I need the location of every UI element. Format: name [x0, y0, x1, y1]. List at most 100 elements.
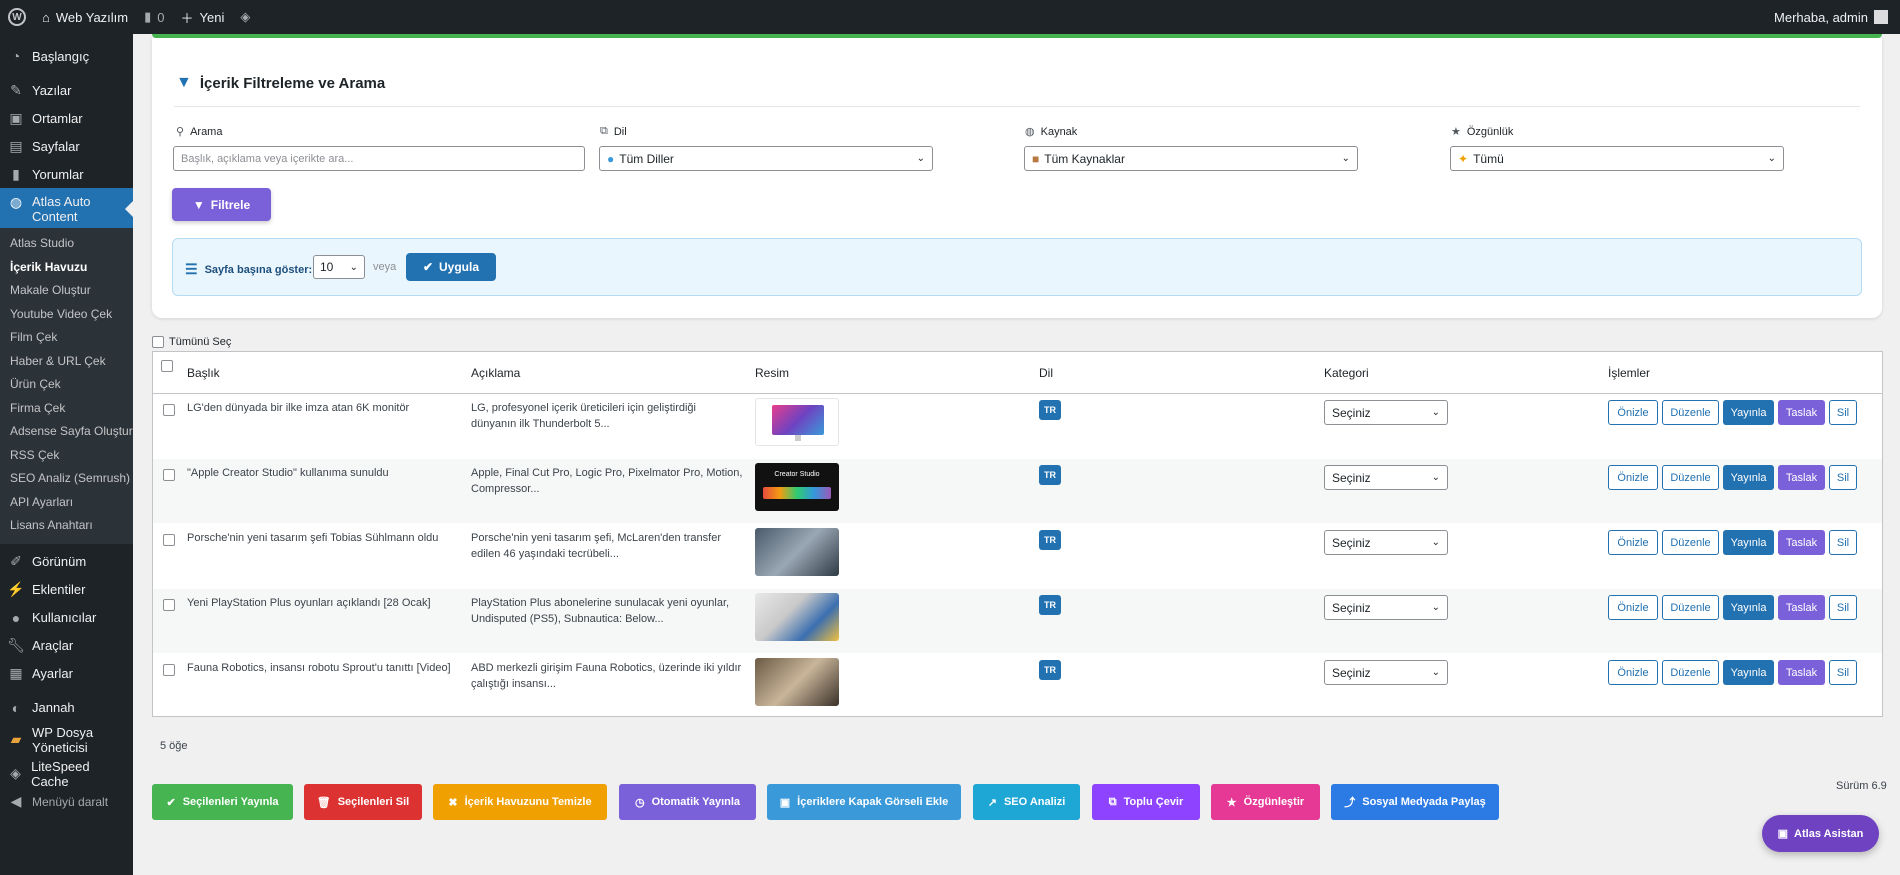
row-title[interactable]: Fauna Robotics, insansı robotu Sprout'u …	[187, 660, 457, 676]
row-checkbox[interactable]	[163, 404, 175, 416]
site-name-link[interactable]: ⌂ Web Yazılım	[34, 0, 136, 34]
lang-select[interactable]: ● Tüm Diller ⌄	[599, 146, 933, 171]
comments-link[interactable]: ▮ 0	[136, 0, 172, 34]
submenu-create-article[interactable]: Makale Oluştur	[0, 279, 133, 303]
menu-posts[interactable]: ✎ Yazılar	[0, 76, 133, 104]
category-select[interactable]: Seçiniz ⌄	[1324, 595, 1448, 620]
edit-button[interactable]: Düzenle	[1662, 530, 1719, 555]
preview-button[interactable]: Önizle	[1608, 660, 1658, 685]
submenu-rss[interactable]: RSS Çek	[0, 444, 133, 468]
menu-atlas-auto-content[interactable]: ◍ Atlas Auto Content	[0, 188, 133, 228]
originality-select[interactable]: ✦ Tümü ⌄	[1450, 146, 1784, 171]
submenu-company[interactable]: Firma Çek	[0, 397, 133, 421]
edit-button[interactable]: Düzenle	[1662, 400, 1719, 425]
category-select[interactable]: Seçiniz ⌄	[1324, 530, 1448, 555]
menu-appearance[interactable]: ✐ Görünüm	[0, 548, 133, 576]
delete-button[interactable]: Sil	[1829, 530, 1857, 555]
category-select[interactable]: Seçiniz ⌄	[1324, 660, 1448, 685]
bulk-button-3[interactable]: ◷ Otomatik Yayınla	[619, 784, 756, 820]
menu-jannah[interactable]: ◐ Jannah	[0, 694, 133, 722]
select-all[interactable]: Tümünü Seç	[152, 336, 231, 348]
account-menu[interactable]: Merhaba, admin	[1774, 10, 1900, 25]
diamond-icon: ◈	[10, 765, 21, 781]
chart-icon: ↗	[987, 796, 997, 809]
menu-users[interactable]: ● Kullanıcılar	[0, 604, 133, 632]
draft-button[interactable]: Taslak	[1778, 465, 1825, 490]
submenu-youtube[interactable]: Youtube Video Çek	[0, 303, 133, 327]
category-select[interactable]: Seçiniz ⌄	[1324, 400, 1448, 425]
header-checkbox[interactable]	[161, 360, 173, 372]
row-checkbox[interactable]	[163, 664, 175, 676]
delete-button[interactable]: Sil	[1829, 400, 1857, 425]
preview-button[interactable]: Önizle	[1608, 465, 1658, 490]
bulk-button-0[interactable]: ✔ Seçilenleri Yayınla	[152, 784, 293, 820]
admin-sidebar: ◔ Başlangıç ✎ Yazılar ▣ Ortamlar ▤ Sayfalar …	[0, 34, 133, 875]
edit-button[interactable]: Düzenle	[1662, 660, 1719, 685]
delete-button[interactable]: Sil	[1829, 465, 1857, 490]
row-checkbox[interactable]	[163, 599, 175, 611]
publish-button[interactable]: Yayınla	[1723, 530, 1774, 555]
menu-tools[interactable]: 🔧︎ Araçlar	[0, 632, 133, 660]
new-content-link[interactable]: ＋ Yeni	[173, 0, 233, 34]
preview-button[interactable]: Önizle	[1608, 595, 1658, 620]
list-icon: ☰	[185, 261, 198, 277]
select-all-checkbox[interactable]	[152, 336, 164, 348]
menu-litespeed[interactable]: ◈ LiteSpeed Cache	[0, 759, 133, 789]
edit-button[interactable]: Düzenle	[1662, 595, 1719, 620]
delete-button[interactable]: Sil	[1829, 660, 1857, 685]
publish-button[interactable]: Yayınla	[1723, 595, 1774, 620]
submenu-film[interactable]: Film Çek	[0, 326, 133, 350]
submenu-product[interactable]: Ürün Çek	[0, 373, 133, 397]
bulk-button-2[interactable]: ✖ İçerik Havuzunu Temizle	[433, 784, 607, 820]
submenu-content-pool[interactable]: İçerik Havuzu	[0, 256, 133, 280]
menu-comments[interactable]: ▮ Yorumlar	[0, 160, 133, 188]
submenu-adsense[interactable]: Adsense Sayfa Oluştur	[0, 420, 133, 444]
bulk-button-7[interactable]: ★ Özgünleştir	[1211, 784, 1320, 820]
draft-button[interactable]: Taslak	[1778, 595, 1825, 620]
publish-button[interactable]: Yayınla	[1723, 465, 1774, 490]
row-title[interactable]: "Apple Creator Studio" kullanıma sunuldu	[187, 465, 457, 481]
bulk-button-5[interactable]: ↗ SEO Analizi	[973, 784, 1080, 820]
submenu-seo[interactable]: SEO Analiz (Semrush)	[0, 467, 133, 491]
draft-button[interactable]: Taslak	[1778, 660, 1825, 685]
menu-plugins[interactable]: ⚡ Eklentiler	[0, 576, 133, 604]
menu-file-manager[interactable]: ▰ WP Dosya Yöneticisi	[0, 722, 133, 758]
per-page-select[interactable]: 10 ⌄	[313, 255, 365, 279]
bulk-button-8[interactable]: ⤴ Sosyal Medyada Paylaş	[1331, 784, 1499, 820]
draft-button[interactable]: Taslak	[1778, 530, 1825, 555]
search-input[interactable]: Başlık, açıklama veya içerikte ara...	[173, 146, 585, 171]
collapse-menu[interactable]: ◀ Menüyü daralt	[0, 788, 133, 816]
apply-button[interactable]: ✔ Uygula	[406, 253, 496, 281]
category-select[interactable]: Seçiniz ⌄	[1324, 465, 1448, 490]
draft-button[interactable]: Taslak	[1778, 400, 1825, 425]
bulk-button-1[interactable]: 🗑︎ Seçilenleri Sil	[304, 784, 422, 820]
row-checkbox[interactable]	[163, 469, 175, 481]
edit-button[interactable]: Düzenle	[1662, 465, 1719, 490]
menu-pages[interactable]: ▤ Sayfalar	[0, 132, 133, 160]
bulk-button-4[interactable]: ▣ İçeriklere Kapak Görseli Ekle	[767, 784, 961, 820]
submenu-api[interactable]: API Ayarları	[0, 491, 133, 515]
row-title[interactable]: Yeni PlayStation Plus oyunları açıklandı…	[187, 595, 457, 611]
delete-button[interactable]: Sil	[1829, 595, 1857, 620]
litespeed-link[interactable]: ◈	[232, 0, 258, 34]
preview-button[interactable]: Önizle	[1608, 530, 1658, 555]
source-select[interactable]: ■ Tüm Kaynaklar ⌄	[1024, 146, 1358, 171]
chevron-down-icon: ⌄	[1431, 537, 1440, 548]
bulk-button-6[interactable]: ⧉ Toplu Çevir	[1092, 784, 1200, 820]
submenu-license[interactable]: Lisans Anahtarı	[0, 514, 133, 538]
publish-button[interactable]: Yayınla	[1723, 660, 1774, 685]
filter-button[interactable]: ▼ Filtrele	[172, 188, 271, 221]
publish-button[interactable]: Yayınla	[1723, 400, 1774, 425]
preview-button[interactable]: Önizle	[1608, 400, 1658, 425]
menu-media[interactable]: ▣ Ortamlar	[0, 104, 133, 132]
assistant-button[interactable]: ▣ Atlas Asistan	[1762, 815, 1879, 852]
submenu-news-url[interactable]: Haber & URL Çek	[0, 350, 133, 374]
chevron-down-icon: ⌄	[1767, 153, 1776, 164]
menu-dashboard[interactable]: ◔ Başlangıç	[0, 42, 133, 70]
row-title[interactable]: Porsche'nin yeni tasarım şefi Tobias Süh…	[187, 530, 457, 546]
menu-settings[interactable]: ▦ Ayarlar	[0, 660, 133, 688]
wordpress-logo[interactable]: W	[0, 0, 34, 34]
row-checkbox[interactable]	[163, 534, 175, 546]
row-title[interactable]: LG'den dünyada bir ilke imza atan 6K mon…	[187, 400, 457, 416]
submenu-atlas-studio[interactable]: Atlas Studio	[0, 232, 133, 256]
